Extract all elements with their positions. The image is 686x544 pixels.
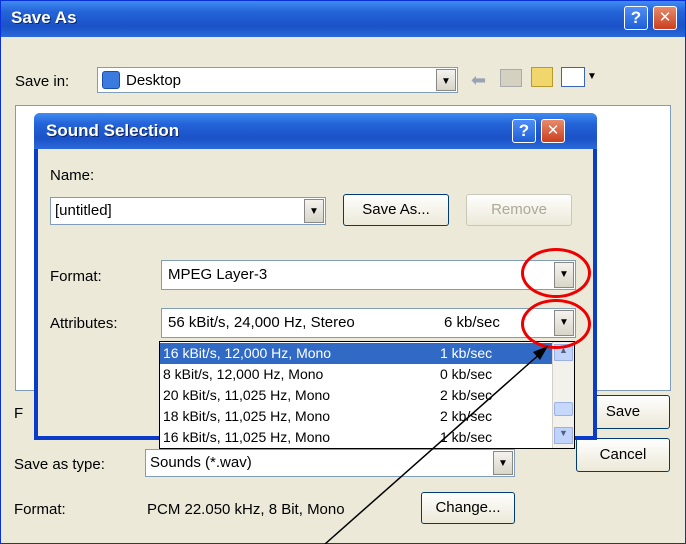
annotation-arrow	[324, 346, 548, 544]
